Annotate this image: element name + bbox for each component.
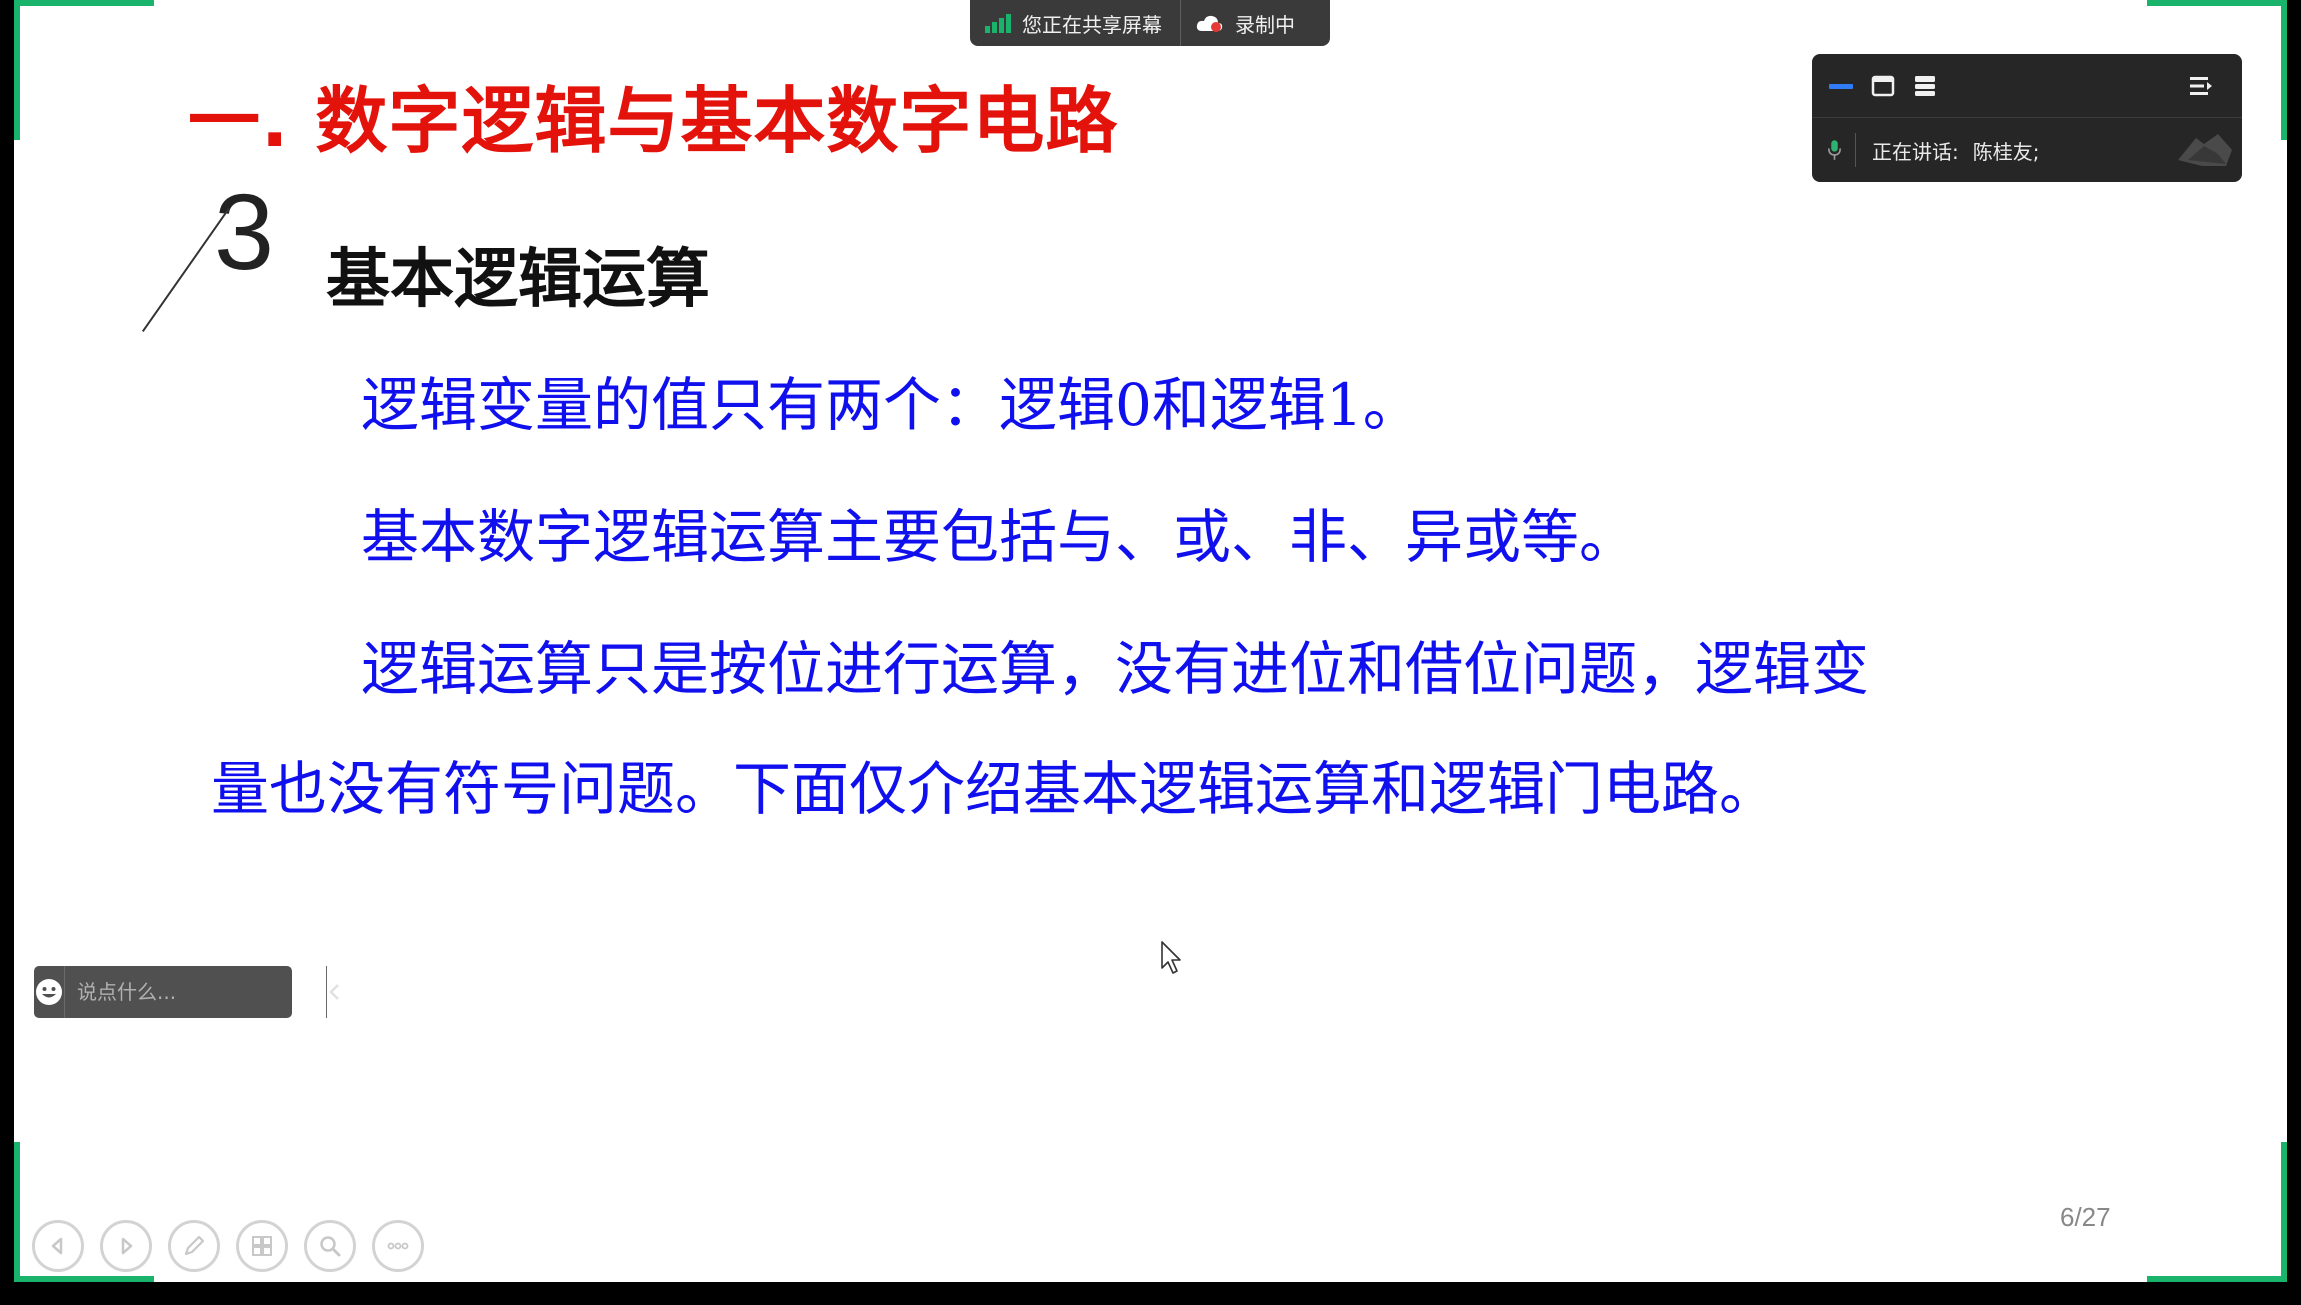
share-border-corner bbox=[14, 0, 20, 140]
speaking-indicator: 正在讲话: 陈桂友; bbox=[1812, 118, 2242, 182]
slide: 一. 数字逻辑与基本数字电路 3 基本逻辑运算 逻辑变量的值只有两个：逻辑0和逻… bbox=[14, 0, 2287, 1282]
prev-slide-icon bbox=[51, 1237, 63, 1255]
zoom-button[interactable] bbox=[304, 1220, 356, 1272]
next-slide-button[interactable] bbox=[100, 1220, 152, 1272]
microphone-icon bbox=[1828, 140, 1841, 160]
share-border-corner bbox=[2147, 0, 2287, 6]
body-paragraph: 基本数字逻辑运算主要包括与、或、非、异或等。 bbox=[361, 503, 1638, 571]
more-icon bbox=[387, 1242, 409, 1250]
pen-button[interactable] bbox=[168, 1220, 220, 1272]
share-status[interactable]: 您正在共享屏幕 bbox=[970, 0, 1181, 46]
share-border-corner bbox=[14, 1142, 20, 1282]
page-number: 6/27 bbox=[2060, 1202, 2111, 1232]
section-heading: 基本逻辑运算 bbox=[326, 243, 710, 317]
window-mode-button[interactable] bbox=[1868, 71, 1898, 101]
section-number: 3 bbox=[214, 171, 275, 292]
share-border-corner bbox=[14, 1276, 154, 1282]
speaker-name: 陈桂友; bbox=[1972, 139, 2040, 164]
panel-controls bbox=[1812, 54, 2242, 118]
share-status-bar: 您正在共享屏幕 录制中 bbox=[970, 0, 1330, 46]
minimize-icon bbox=[1829, 83, 1853, 89]
signal-bars-icon bbox=[985, 14, 1011, 33]
list-view-button[interactable] bbox=[1910, 71, 1940, 101]
more-button[interactable] bbox=[372, 1220, 424, 1272]
next-slide-icon bbox=[121, 1237, 133, 1255]
emoji-button[interactable] bbox=[34, 966, 65, 1018]
slides-grid-button[interactable] bbox=[236, 1220, 288, 1272]
cloud-record-icon bbox=[1196, 15, 1223, 32]
chat-box bbox=[34, 966, 339, 1018]
minimize-button[interactable] bbox=[1826, 71, 1856, 101]
body-paragraph: 逻辑运算只是按位进行运算，没有进位和借位问题，逻辑变 bbox=[361, 635, 1870, 703]
window-icon bbox=[1871, 75, 1895, 96]
screen: 一. 数字逻辑与基本数字电路 3 基本逻辑运算 逻辑变量的值只有两个：逻辑0和逻… bbox=[0, 0, 2301, 1305]
mouse-cursor-icon bbox=[1161, 941, 1181, 974]
share-border-corner bbox=[2281, 0, 2287, 140]
speaking-label: 正在讲话: bbox=[1872, 139, 1959, 164]
zoom-icon bbox=[320, 1236, 341, 1257]
smiley-icon bbox=[36, 979, 62, 1005]
record-status[interactable]: 录制中 bbox=[1181, 0, 1309, 46]
pen-icon bbox=[184, 1235, 205, 1256]
slides-grid-icon bbox=[252, 1236, 272, 1256]
chat-input[interactable] bbox=[65, 966, 326, 1018]
prev-slide-button[interactable] bbox=[32, 1220, 84, 1272]
share-border-corner bbox=[2147, 1276, 2287, 1282]
chevron-left-icon bbox=[329, 984, 339, 1000]
share-border-corner bbox=[2281, 1142, 2287, 1282]
menu-collapse-icon bbox=[2190, 77, 2212, 95]
share-status-label: 您正在共享屏幕 bbox=[1022, 12, 1162, 37]
body-paragraph: 逻辑变量的值只有两个：逻辑0和逻辑1。 bbox=[361, 371, 1421, 439]
body-paragraph: 量也没有符号问题。下面仅介绍基本逻辑运算和逻辑门电路。 bbox=[211, 755, 1778, 823]
panel-menu-button[interactable] bbox=[2186, 71, 2216, 101]
list-view-icon bbox=[1915, 75, 1935, 96]
speaker-avatar-icon bbox=[2178, 134, 2232, 166]
record-status-label: 录制中 bbox=[1235, 12, 1295, 37]
slide-toolbar bbox=[32, 1220, 424, 1274]
share-border-corner bbox=[14, 0, 154, 6]
mic-button[interactable] bbox=[1828, 133, 1856, 167]
speaker-panel: 正在讲话: 陈桂友; bbox=[1812, 54, 2242, 182]
chat-collapse-button[interactable] bbox=[326, 966, 343, 1018]
slide-title: 一. 数字逻辑与基本数字电路 bbox=[188, 79, 1119, 163]
